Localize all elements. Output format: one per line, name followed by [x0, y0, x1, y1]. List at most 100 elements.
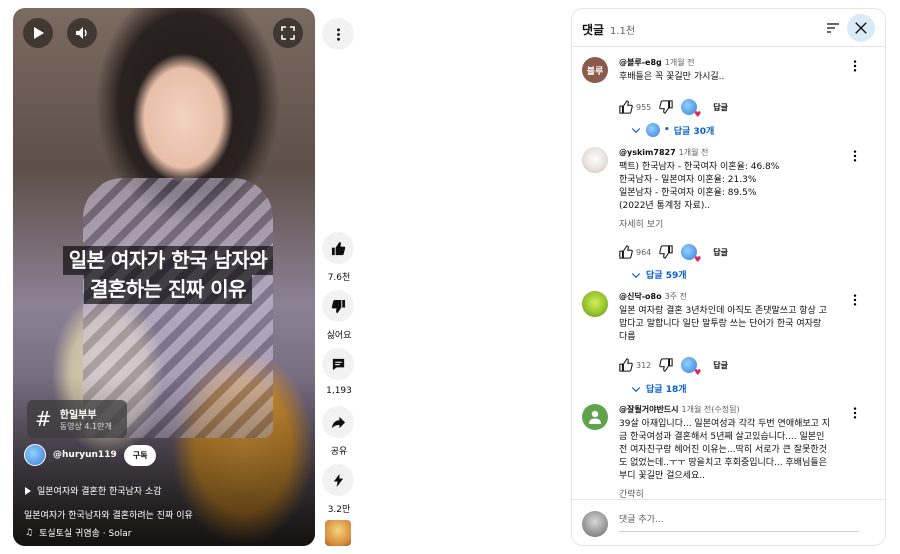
comment-line: 39살 아재입니다... 일본여성과 각각 두번 연애해보고 지: [619, 419, 831, 429]
comment-author[interactable]: @잘될거야반드시: [619, 405, 679, 414]
related-video-title: 일본여자와 결혼한 한국남자 소감: [37, 487, 162, 497]
close-comments-button[interactable]: [847, 14, 875, 42]
channel-name[interactable]: @huryun119: [53, 450, 117, 460]
thumbs-down-icon[interactable]: [659, 100, 673, 114]
comment-line: 일본 여자랑 결혼 3년차인데 아직도 존댓말쓰고 항상 고: [619, 306, 827, 316]
related-video-link[interactable]: 일본여자와 결혼한 한국남자 소감: [25, 484, 162, 497]
fullscreen-icon: [281, 26, 295, 40]
sort-icon[interactable]: [825, 20, 841, 36]
comment-avatar[interactable]: 블루: [582, 57, 608, 83]
comment-menu-icon[interactable]: [848, 293, 862, 307]
description-text: 일본여자가 한국남자와 결혼하려는 진짜 이유: [24, 511, 193, 521]
hashtag-chip[interactable]: # 한일부부 동영상 4.1만개: [27, 400, 127, 438]
play-button[interactable]: [23, 18, 53, 48]
comment-like-count: 955: [636, 102, 652, 112]
like-button[interactable]: 7.6천: [322, 232, 356, 283]
comment-time: 1개월 전(수정됨): [681, 405, 740, 414]
view-replies-button[interactable]: 답글 18개: [630, 382, 687, 395]
thumbs-up-icon[interactable]: [619, 100, 633, 114]
comment-text: 팩트) 한국남자 - 한국여자 이혼율: 46.8% 한국남자 - 일본여자 이…: [619, 161, 847, 213]
chevron-down-icon: [631, 128, 641, 134]
reply-button[interactable]: 답글: [713, 360, 728, 371]
dislike-label: 싫어요: [326, 331, 352, 341]
comment-author[interactable]: @yskim7827: [619, 148, 676, 157]
comment-line: 일본남자 - 한국여자 이혼율: 89.5%: [619, 188, 757, 198]
volume-icon: [76, 27, 87, 39]
music-thumbnail[interactable]: [325, 520, 351, 546]
comment-actions: 964 답글: [619, 244, 728, 264]
hashtag-subtitle: 동영상 4.1만개: [59, 422, 112, 431]
replies-count: 답글 30개: [673, 126, 715, 137]
creator-heart-icon: [681, 357, 701, 377]
add-comment-input[interactable]: 댓글 추가...: [619, 512, 859, 532]
replies-count: 답글 18개: [646, 385, 687, 395]
music-title: 토실토실 귀염송 · Solar: [39, 529, 132, 539]
caption-line-2: 결혼하는 진짜 이유: [83, 275, 253, 304]
comment-menu-icon[interactable]: [848, 149, 862, 163]
comment-avatar[interactable]: [582, 147, 608, 173]
comment-item: @잘될거야반드시 1개월 전(수정됨) 39살 아재입니다... 일본여성과 각각…: [582, 404, 882, 504]
comment-line: 한국남자 - 일본여자 이혼율: 21.3%: [619, 175, 757, 185]
thumbs-down-icon[interactable]: [659, 358, 673, 372]
fullscreen-button[interactable]: [273, 18, 303, 48]
chevron-down-icon: [631, 386, 641, 392]
read-more-link[interactable]: 자세히 보기: [619, 217, 847, 230]
comment-author[interactable]: @신닥-o8o: [619, 292, 662, 301]
remix-icon: [333, 473, 343, 487]
comment-author[interactable]: @블루-e8g: [619, 58, 662, 67]
comments-button[interactable]: 1,193: [322, 348, 356, 396]
thumbs-up-icon: [331, 241, 345, 255]
comment-avatar[interactable]: [582, 404, 608, 430]
music-link[interactable]: ♫ 토실토실 귀염송 · Solar: [25, 526, 132, 540]
video-caption: 일본 여자가 한국 남자와 결혼하는 진짜 이유: [53, 246, 283, 304]
comment-actions: 955 답글: [619, 99, 728, 119]
comment-line: 도 없었는데..ㅜㅜ 땅을치고 후회중입니다... 후배님들은: [619, 458, 827, 468]
channel-avatar[interactable]: [24, 444, 46, 466]
comment-text: 39살 아재입니다... 일본여성과 각각 두번 연애해보고 지 금 한국여성과…: [619, 418, 847, 483]
comment-time: 1개월 전: [678, 148, 709, 157]
comment-line: 팩트) 한국남자 - 한국여자 이혼율: 46.8%: [619, 162, 780, 172]
thumbs-down-icon[interactable]: [659, 245, 673, 259]
comment-menu-icon[interactable]: [848, 59, 862, 73]
comment-line: 부디 꽃길만 걸으세요..: [619, 471, 705, 481]
music-note-icon: ♫: [25, 527, 34, 538]
thumbs-up-icon[interactable]: [619, 358, 633, 372]
chevron-down-icon: [631, 272, 641, 278]
thumbs-up-icon[interactable]: [619, 245, 633, 259]
dislike-button[interactable]: 싫어요: [322, 290, 356, 341]
default-user-icon: [589, 410, 601, 424]
thumbs-down-icon: [331, 299, 345, 313]
comment-avatar[interactable]: [582, 291, 608, 317]
comment-menu-icon[interactable]: [848, 406, 862, 420]
caption-line-1: 일본 여자가 한국 남자와: [62, 246, 274, 275]
share-icon: [331, 416, 345, 428]
reply-button[interactable]: 답글: [713, 247, 728, 258]
creator-avatar: [646, 123, 660, 137]
view-replies-button[interactable]: 답글 59개: [630, 268, 687, 281]
comment-item: @신닥-o8o 3주 전 일본 여자랑 결혼 3년차인데 아직도 존댓말쓰고 항상…: [582, 291, 882, 395]
like-count: 7.6천: [327, 273, 351, 283]
hashtag-icon: #: [35, 407, 52, 431]
creator-heart-icon: [681, 244, 701, 264]
remix-button[interactable]: 3.2만: [322, 464, 356, 515]
comments-title: 댓글: [582, 23, 605, 37]
reply-button[interactable]: 답글: [713, 102, 728, 113]
share-button[interactable]: 공유: [322, 406, 356, 457]
volume-button[interactable]: [67, 18, 97, 48]
video-description[interactable]: 일본여자가 한국남자와 결혼하려는 진짜 이유: [24, 508, 193, 521]
more-options-button[interactable]: [322, 18, 356, 50]
shorts-video-player[interactable]: 일본 여자가 한국 남자와 결혼하는 진짜 이유 # 한일부부 동영상 4.1만…: [13, 8, 315, 546]
comment-count: 1,193: [326, 386, 352, 396]
close-icon: [855, 22, 867, 34]
channel-row: @huryun119 구독: [24, 444, 157, 466]
play-icon: [34, 27, 44, 39]
current-user-avatar: [582, 511, 608, 537]
comment-time: 1개월 전: [664, 58, 695, 67]
remix-count: 3.2만: [327, 505, 351, 515]
comment-item: @yskim7827 1개월 전 팩트) 한국남자 - 한국여자 이혼율: 46.…: [582, 147, 882, 281]
view-replies-button[interactable]: • 답글 30개: [630, 123, 714, 137]
comment-like-count: 964: [636, 247, 652, 257]
hashtag-title: 한일부부: [59, 410, 97, 421]
comment-text: 후배들은 꼭 꽃길만 가시길..: [619, 71, 847, 84]
subscribe-button[interactable]: 구독: [123, 444, 157, 466]
